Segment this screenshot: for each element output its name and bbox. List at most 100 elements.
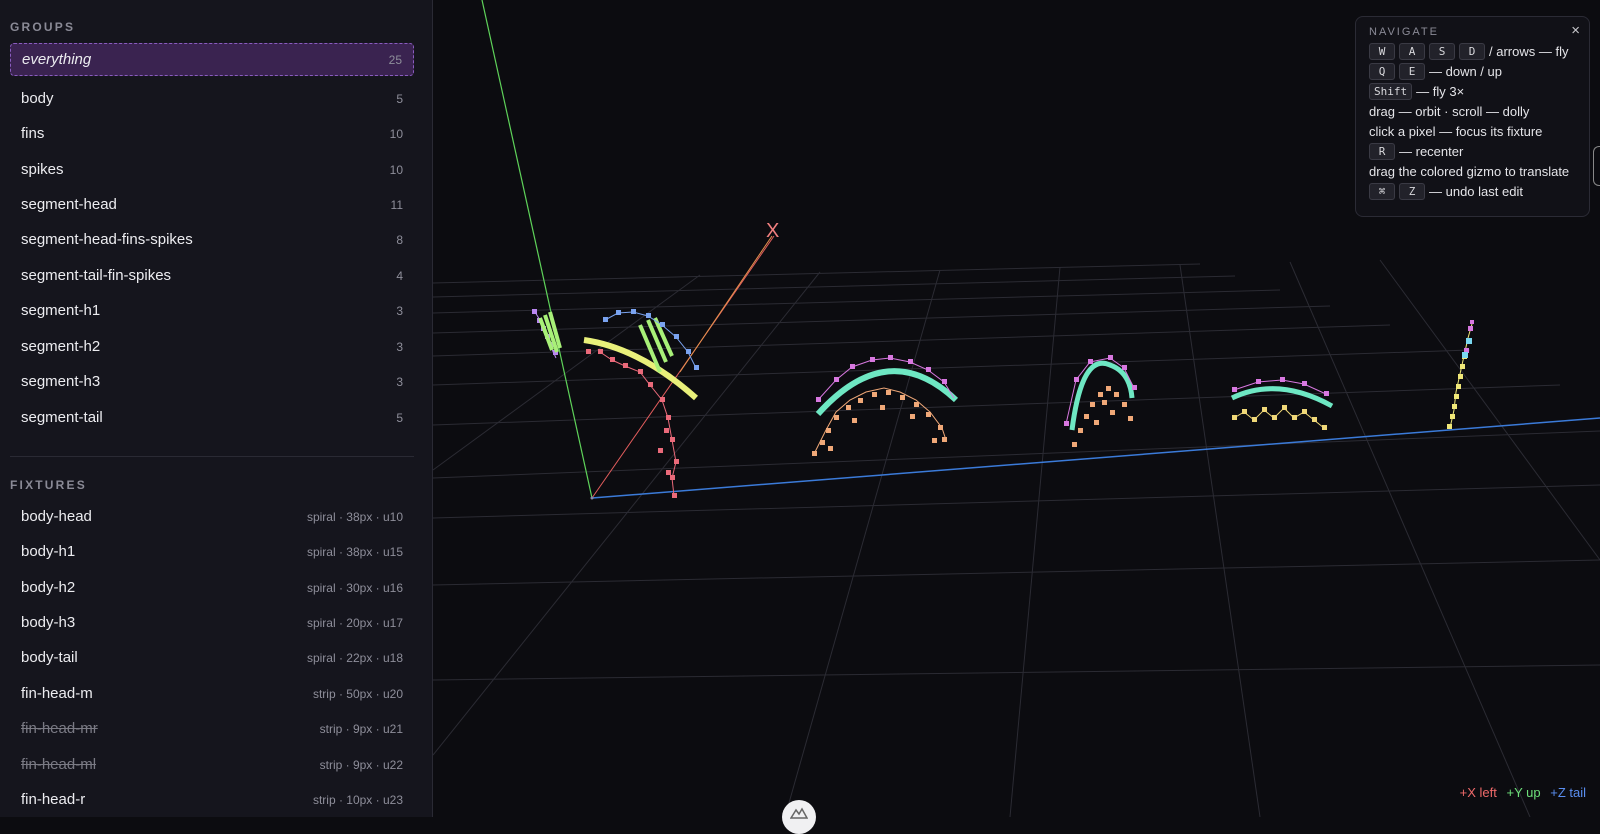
nav-line-shift: Shift — fly 3× (1369, 81, 1576, 101)
nav-text-fly: / arrows — fly (1489, 43, 1569, 59)
fixture-name: fin-head-ml (21, 756, 97, 773)
fixtures-title: FIXTURES (10, 478, 87, 492)
group-count: 3 (396, 303, 403, 318)
group-count: 11 (390, 197, 403, 212)
group-count: 10 (389, 162, 403, 177)
fixture-meta: strip · 10px · u23 (312, 792, 403, 807)
fixture-row-body-h1[interactable]: body-h1 spiral · 38px · u15 (10, 535, 414, 568)
nav-line-updown: Q E — down / up (1369, 61, 1576, 81)
origin-point (590, 496, 594, 500)
fixture-row-body-tail[interactable]: body-tail spiral · 22px · u18 (10, 641, 414, 674)
fixture-row-fin-head-m[interactable]: fin-head-m strip · 50px · u20 (10, 677, 414, 710)
nav-text-shift: — fly 3× (1416, 83, 1465, 99)
fixture-row-fin-head-r[interactable]: fin-head-r strip · 10px · u23 (10, 783, 414, 816)
group-name: segment-h1 (21, 302, 101, 319)
group-name: body (21, 90, 54, 107)
group-row-fins[interactable]: fins 10 (10, 117, 414, 150)
logo-button[interactable] (782, 800, 816, 834)
key-e: E (1399, 62, 1425, 80)
legend-y: +Y up (1506, 785, 1541, 800)
group-row-everything[interactable]: everything 25 (10, 43, 414, 76)
key-s: S (1429, 42, 1455, 60)
group-row-segment-tail[interactable]: segment-tail 5 (10, 401, 414, 434)
z-axis-line (591, 417, 1600, 499)
h1-segment-fixtures[interactable] (812, 355, 959, 456)
mountain-icon (790, 807, 808, 819)
group-name: segment-h3 (21, 373, 101, 390)
group-row-body[interactable]: body 5 (10, 82, 414, 115)
fixture-row-fin-head-ml[interactable]: fin-head-ml strip · 9px · u22 (10, 748, 414, 781)
nav-line-drag: drag — orbit · scroll — dolly (1369, 101, 1576, 121)
legend-x: +X left (1459, 785, 1497, 800)
key-cmd: ⌘ (1369, 182, 1395, 200)
sidebar-divider (10, 456, 414, 457)
key-shift: Shift (1369, 82, 1413, 100)
fixture-meta: strip · 9px · u22 (319, 757, 403, 772)
group-row-spikes[interactable]: spikes 10 (10, 153, 414, 186)
group-name: segment-head (21, 196, 117, 213)
group-count: 4 (396, 268, 403, 283)
fixture-meta: spiral · 38px · u15 (306, 544, 403, 559)
group-count: 10 (389, 126, 403, 141)
fixture-name: body-h2 (21, 579, 76, 596)
fixture-meta: spiral · 38px · u10 (306, 509, 403, 524)
group-count: 5 (396, 410, 403, 425)
group-count: 3 (396, 339, 403, 354)
nav-text-drag: drag — orbit · scroll — dolly (1369, 103, 1530, 119)
group-name: fins (21, 125, 45, 142)
nav-text-gizmo: drag the colored gizmo to translate (1369, 163, 1570, 179)
sidebar: GROUPS everything 25 body 5 fins 10 spik… (0, 0, 433, 817)
fixture-row-body-h3[interactable]: body-h3 spiral · 20px · u17 (10, 606, 414, 639)
group-row-segment-h3[interactable]: segment-h3 3 (10, 365, 414, 398)
nav-line-click: click a pixel — focus its fixture (1369, 121, 1576, 141)
group-count: 3 (396, 374, 403, 389)
group-row-segment-head-fins-spikes[interactable]: segment-head-fins-spikes 8 (10, 223, 414, 256)
fixture-name: fin-head-mr (21, 720, 98, 737)
fixture-meta: spiral · 20px · u17 (306, 615, 403, 630)
navigate-title: NAVIGATE (1369, 26, 1439, 38)
fixture-row-body-h2[interactable]: body-h2 spiral · 30px · u16 (10, 571, 414, 604)
close-icon[interactable]: × (1571, 22, 1580, 39)
fixture-name: body-head (21, 508, 92, 525)
navigate-panel: NAVIGATE × W A S D / arrows — fly Q E — … (1355, 16, 1590, 217)
key-w: W (1369, 42, 1395, 60)
fixture-name: body-tail (21, 649, 78, 666)
key-q: Q (1369, 62, 1395, 80)
fixture-row-body-head[interactable]: body-head spiral · 38px · u10 (10, 500, 414, 533)
nav-text-undo: — undo last edit (1429, 183, 1523, 199)
group-name: segment-tail-fin-spikes (21, 267, 172, 284)
group-row-segment-h1[interactable]: segment-h1 3 (10, 294, 414, 327)
head-segment-fixtures[interactable] (532, 309, 699, 498)
group-count: 25 (388, 52, 402, 67)
x-axis-label: X (766, 220, 779, 242)
nav-line-gizmo: drag the colored gizmo to translate (1369, 161, 1576, 181)
nav-text-updown: — down / up (1429, 63, 1502, 79)
group-row-segment-tail-fin-spikes[interactable]: segment-tail-fin-spikes 4 (10, 259, 414, 292)
resize-handle[interactable] (1593, 146, 1600, 186)
group-name: segment-tail (21, 409, 103, 426)
group-row-segment-head[interactable]: segment-head 11 (10, 188, 414, 221)
group-name: spikes (21, 161, 64, 178)
nav-line-undo: ⌘ Z — undo last edit (1369, 181, 1576, 201)
fixture-meta: spiral · 30px · u16 (306, 580, 403, 595)
nav-line-recenter: R — recenter (1369, 141, 1576, 161)
fixture-meta: spiral · 22px · u18 (306, 650, 403, 665)
fixture-meta: strip · 50px · u20 (312, 686, 403, 701)
h3-segment-fixtures[interactable] (1230, 377, 1334, 430)
fixture-name: body-h1 (21, 543, 76, 560)
group-name: everything (22, 51, 92, 68)
fixture-name: body-h3 (21, 614, 76, 631)
fixture-row-fin-head-mr[interactable]: fin-head-mr strip · 9px · u21 (10, 712, 414, 745)
key-a: A (1399, 42, 1425, 60)
axis-legend: +X left +Y up +Z tail (1454, 785, 1586, 800)
group-name: segment-head-fins-spikes (21, 231, 193, 248)
fixture-name: fin-head-m (21, 685, 93, 702)
fixture-name: fin-head-r (21, 791, 86, 808)
groups-title: GROUPS (10, 20, 76, 34)
group-count: 8 (396, 232, 403, 247)
group-row-segment-h2[interactable]: segment-h2 3 (10, 330, 414, 363)
tail-segment-fixtures[interactable] (1447, 320, 1474, 429)
group-name: segment-h2 (21, 338, 101, 355)
group-count: 5 (396, 91, 403, 106)
nav-text-recenter: — recenter (1399, 143, 1464, 159)
